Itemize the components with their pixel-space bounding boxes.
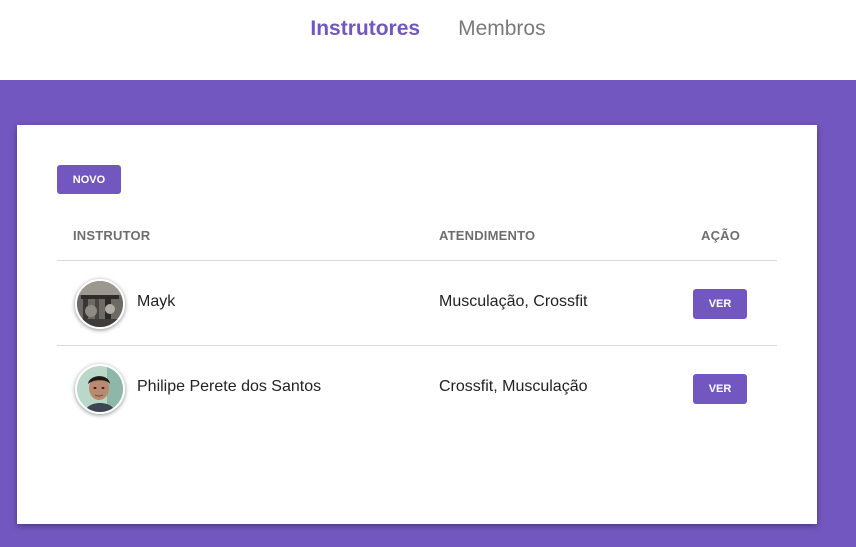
view-instructor-button[interactable]: VER [693,374,747,404]
table-row: Mayk Musculação, Crossfit VER [57,261,777,346]
gym-photo-icon [77,281,123,327]
column-header-service: ATENDIMENTO [439,228,536,243]
table-header: INSTRUTOR ATENDIMENTO AÇÃO [57,215,777,261]
instructors-card: NOVO INSTRUTOR ATENDIMENTO AÇÃO Mayk Mus… [17,125,817,524]
column-header-instructor: INSTRUTOR [73,228,151,243]
gym-photo-avatar [75,279,125,329]
table-row: Philipe Perete dos Santos Crossfit, Musc… [57,346,777,430]
view-instructor-button[interactable]: VER [693,289,747,319]
column-header-action: AÇÃO [701,228,741,243]
instructor-services: Crossfit, Musculação [439,378,588,395]
nav-link-membros[interactable]: Membros [458,17,546,41]
instructor-services: Musculação, Crossfit [439,293,588,310]
person-photo-avatar [75,364,125,414]
person-photo-icon [77,366,123,412]
instructor-name: Philipe Perete dos Santos [137,378,322,395]
instructor-name: Mayk [137,293,176,310]
top-navigation: Instrutores Membros [0,0,856,80]
new-instructor-button[interactable]: NOVO [57,165,121,194]
nav-link-instrutores[interactable]: Instrutores [310,17,420,41]
instructors-table: INSTRUTOR ATENDIMENTO AÇÃO Mayk Musculaç… [57,215,777,430]
